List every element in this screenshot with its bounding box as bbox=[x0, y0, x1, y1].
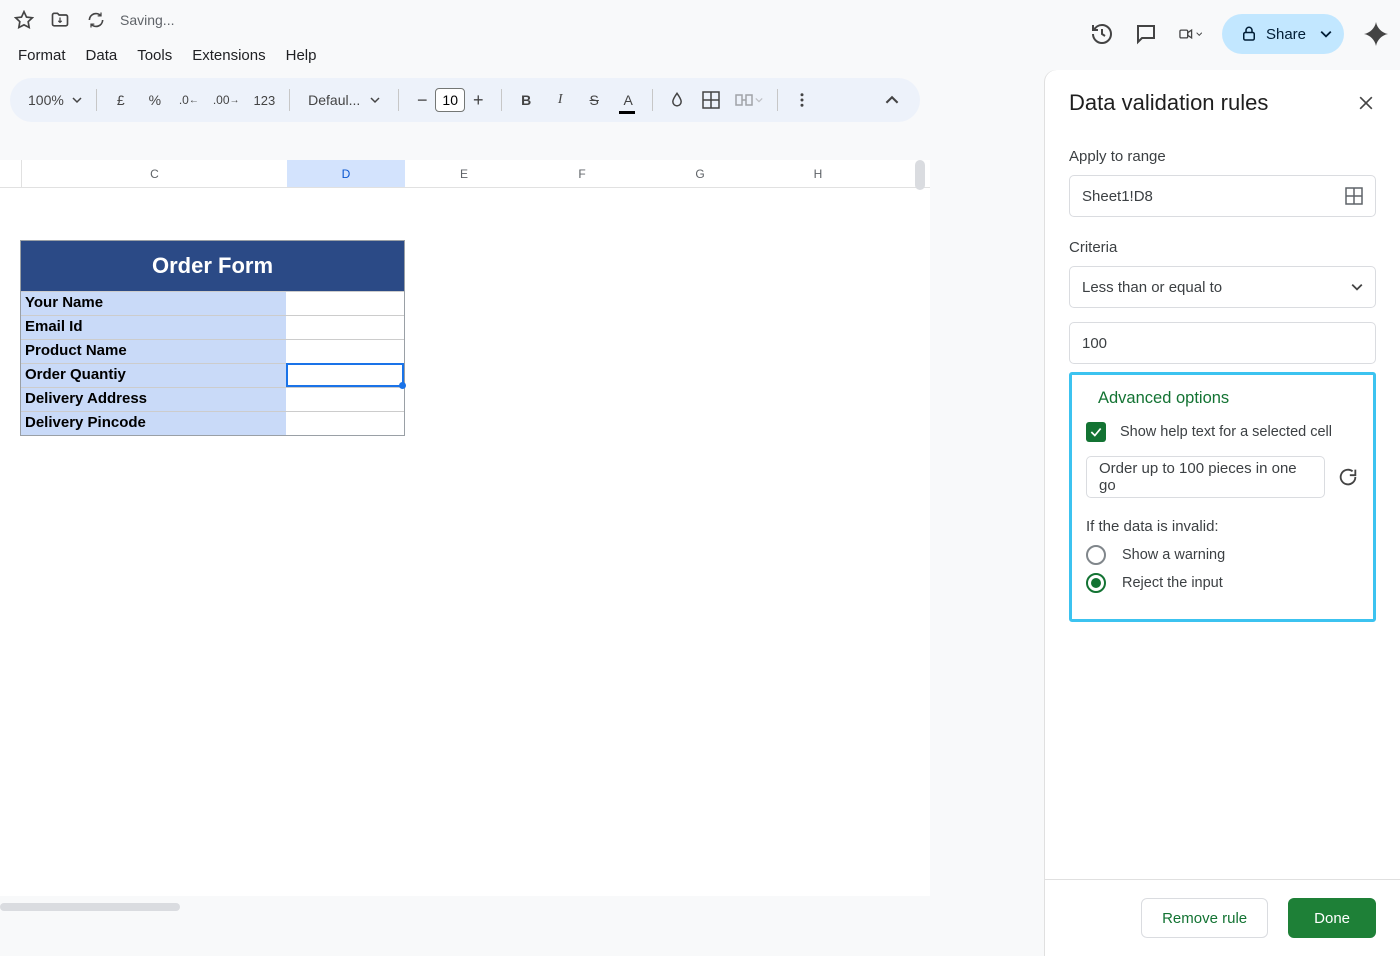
radio-reject-label: Reject the input bbox=[1122, 575, 1223, 591]
text-color-icon[interactable]: A bbox=[614, 84, 642, 116]
star-icon[interactable] bbox=[12, 8, 36, 32]
increase-decimal-icon[interactable]: .00→ bbox=[209, 84, 244, 116]
radio-show-warning[interactable] bbox=[1086, 545, 1106, 565]
radio-warning-label: Show a warning bbox=[1122, 547, 1225, 563]
share-label: Share bbox=[1266, 26, 1306, 43]
number-format[interactable]: 123 bbox=[250, 84, 280, 116]
criteria-label: Criteria bbox=[1069, 239, 1376, 256]
fill-color-icon[interactable] bbox=[663, 84, 691, 116]
remove-rule-button[interactable]: Remove rule bbox=[1141, 898, 1268, 938]
col-header[interactable]: D bbox=[287, 160, 405, 187]
range-input[interactable]: Sheet1!D8 bbox=[1069, 175, 1376, 217]
col-header[interactable]: E bbox=[405, 160, 523, 187]
font-select[interactable]: Defaul... bbox=[300, 84, 388, 116]
merge-cells-icon[interactable] bbox=[731, 84, 767, 116]
move-to-folder-icon[interactable] bbox=[48, 8, 72, 32]
menu-format[interactable]: Format bbox=[10, 43, 74, 68]
form-row-value[interactable] bbox=[286, 340, 404, 363]
meet-icon[interactable] bbox=[1178, 22, 1202, 46]
select-range-icon[interactable] bbox=[1345, 187, 1363, 205]
order-form-title: Order Form bbox=[21, 241, 404, 291]
order-form-table: Order Form Your Name Email Id Product Na… bbox=[20, 240, 405, 436]
saving-status: Saving... bbox=[120, 12, 174, 28]
advanced-options-highlight: Advanced options Show help text for a se… bbox=[1069, 372, 1376, 622]
radio-reject-input[interactable] bbox=[1086, 573, 1106, 593]
help-text-value: Order up to 100 pieces in one go bbox=[1099, 460, 1312, 494]
decrease-decimal-icon[interactable]: .0← bbox=[175, 84, 203, 116]
cell-fill-handle[interactable] bbox=[399, 382, 406, 389]
advanced-options-title[interactable]: Advanced options bbox=[1098, 389, 1359, 408]
reset-help-text-icon[interactable] bbox=[1337, 466, 1359, 488]
form-row-value[interactable] bbox=[286, 388, 404, 411]
spreadsheet-area[interactable]: C D E F G H Order Form Your Name Email I… bbox=[0, 160, 930, 896]
share-dropdown[interactable] bbox=[1308, 14, 1344, 54]
toolbar: 100% £ % .0← .00→ 123 Defaul... − + B I … bbox=[10, 78, 920, 122]
form-row-label[interactable]: Delivery Address bbox=[21, 388, 286, 411]
font-size-increase[interactable]: + bbox=[465, 87, 491, 113]
horizontal-scrollbar[interactable] bbox=[0, 900, 930, 914]
invalid-data-label: If the data is invalid: bbox=[1086, 518, 1359, 535]
panel-title: Data validation rules bbox=[1069, 90, 1268, 116]
currency-icon[interactable]: £ bbox=[107, 84, 135, 116]
form-row-value[interactable] bbox=[286, 316, 404, 339]
form-row-label[interactable]: Delivery Pincode bbox=[21, 412, 286, 435]
form-row-label[interactable]: Order Quantiy bbox=[21, 364, 286, 387]
bold-icon[interactable]: B bbox=[512, 84, 540, 116]
zoom-select[interactable]: 100% bbox=[24, 84, 86, 116]
font-name: Defaul... bbox=[308, 92, 360, 108]
comment-icon[interactable] bbox=[1134, 22, 1158, 46]
selected-cell[interactable] bbox=[286, 363, 404, 387]
zoom-value: 100% bbox=[28, 92, 64, 108]
form-row-value[interactable] bbox=[286, 292, 404, 315]
font-size-decrease[interactable]: − bbox=[409, 87, 435, 113]
form-row-label[interactable]: Your Name bbox=[21, 292, 286, 315]
italic-icon[interactable]: I bbox=[546, 84, 574, 116]
form-row-label[interactable]: Email Id bbox=[21, 316, 286, 339]
done-button[interactable]: Done bbox=[1288, 898, 1376, 938]
criteria-number: 100 bbox=[1082, 335, 1107, 352]
help-text-input[interactable]: Order up to 100 pieces in one go bbox=[1086, 456, 1325, 498]
menu-help[interactable]: Help bbox=[278, 43, 325, 68]
history-icon[interactable] bbox=[1090, 22, 1114, 46]
form-row-value[interactable] bbox=[286, 412, 404, 435]
col-header[interactable]: G bbox=[641, 160, 759, 187]
col-header[interactable]: F bbox=[523, 160, 641, 187]
menu-data[interactable]: Data bbox=[78, 43, 126, 68]
more-icon[interactable] bbox=[788, 84, 816, 116]
criteria-value: Less than or equal to bbox=[1082, 279, 1222, 296]
criteria-value-input[interactable]: 100 bbox=[1069, 322, 1376, 364]
menu-extensions[interactable]: Extensions bbox=[184, 43, 273, 68]
help-text-checkbox-label: Show help text for a selected cell bbox=[1120, 424, 1332, 440]
vertical-scrollbar[interactable] bbox=[915, 160, 925, 190]
column-headers: C D E F G H bbox=[0, 160, 930, 188]
collapse-toolbar-icon[interactable] bbox=[878, 84, 906, 116]
borders-icon[interactable] bbox=[697, 84, 725, 116]
data-validation-panel: Data validation rules Apply to range She… bbox=[1045, 70, 1400, 956]
criteria-select[interactable]: Less than or equal to bbox=[1069, 266, 1376, 308]
apply-range-label: Apply to range bbox=[1069, 148, 1376, 165]
form-row-label[interactable]: Product Name bbox=[21, 340, 286, 363]
col-header[interactable]: C bbox=[22, 160, 287, 187]
strikethrough-icon[interactable]: S bbox=[580, 84, 608, 116]
close-icon[interactable] bbox=[1356, 93, 1376, 113]
percent-icon[interactable]: % bbox=[141, 84, 169, 116]
cloud-status-icon[interactable] bbox=[84, 8, 108, 32]
font-size-input[interactable] bbox=[435, 88, 465, 112]
gemini-icon[interactable] bbox=[1364, 22, 1388, 46]
range-value: Sheet1!D8 bbox=[1082, 188, 1153, 205]
menu-tools[interactable]: Tools bbox=[129, 43, 180, 68]
col-header[interactable]: H bbox=[759, 160, 877, 187]
help-text-checkbox[interactable] bbox=[1086, 422, 1106, 442]
